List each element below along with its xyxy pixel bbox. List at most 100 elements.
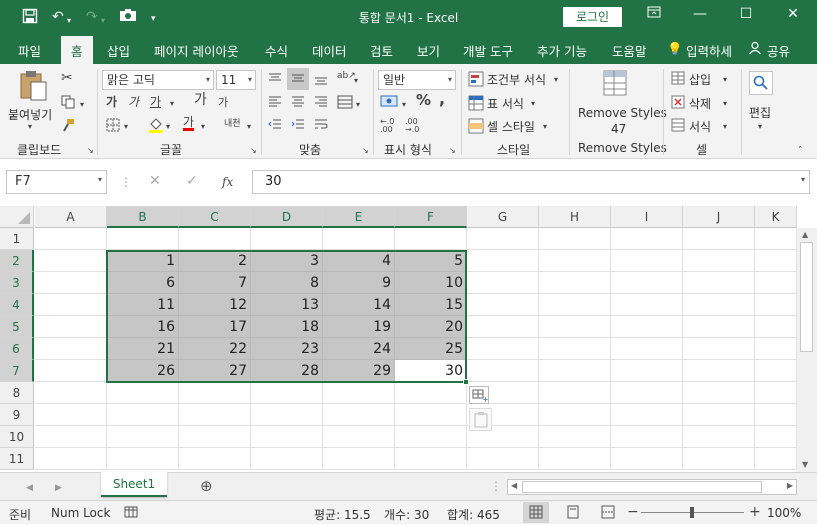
grow-font-button[interactable]: 가 [194,93,207,107]
align-middle-icon[interactable] [287,68,309,90]
align-left-icon[interactable] [268,95,282,112]
format-table-icon[interactable] [468,95,484,114]
scroll-up-icon[interactable]: ▲ [802,230,808,239]
cell-a1[interactable] [35,228,107,250]
cell-d5[interactable]: 18 [251,316,323,338]
cell-i3[interactable] [611,272,683,294]
cell-i8[interactable] [611,382,683,404]
cell-f2[interactable]: 5 [395,250,467,272]
cell-b1[interactable] [107,228,179,250]
cell-a4[interactable] [35,294,107,316]
cell-a10[interactable] [35,426,107,448]
cut-icon[interactable]: ✂ [61,71,73,85]
maximize-icon[interactable]: ☐ [731,6,761,22]
borders-icon[interactable] [106,118,120,135]
cell-e1[interactable] [323,228,395,250]
page-break-view-icon[interactable] [601,505,615,522]
row-header-2[interactable]: 2 [0,250,34,272]
cell-j6[interactable] [683,338,755,360]
tab-insert[interactable]: 삽입 [107,41,130,60]
cell-f7[interactable]: 30 [395,360,467,382]
cell-k5[interactable] [755,316,797,338]
cell-e7[interactable]: 29 [323,360,395,382]
phonetic-button[interactable]: 내천 [224,117,241,131]
cell-c1[interactable] [179,228,251,250]
fill-handle[interactable] [463,379,469,385]
cell-i4[interactable] [611,294,683,316]
underline-dropdown-icon[interactable]: ▾ [170,97,174,111]
column-header-k[interactable]: K [755,206,797,228]
cell-k10[interactable] [755,426,797,448]
cell-g2[interactable] [467,250,539,272]
cell-h10[interactable] [539,426,611,448]
cell-h11[interactable] [539,448,611,470]
orientation-icon[interactable]: ab↗ [337,69,356,83]
cell-i2[interactable] [611,250,683,272]
delete-cells-button[interactable]: 삭제 [689,95,711,112]
cell-f6[interactable]: 25 [395,338,467,360]
zoom-in-icon[interactable]: + [749,505,761,519]
cell-k9[interactable] [755,404,797,426]
conditional-formatting-icon[interactable] [468,71,484,90]
ribbon-display-icon[interactable] [639,6,669,22]
cell-f10[interactable] [395,426,467,448]
row-header-8[interactable]: 8 [0,382,34,404]
cell-h8[interactable] [539,382,611,404]
tab-page-layout[interactable]: 페이지 레이아웃 [154,41,238,60]
conditional-dropdown-icon[interactable]: ▾ [554,73,558,87]
align-center-icon[interactable] [291,95,305,112]
row-header-11[interactable]: 11 [0,448,34,470]
cell-h9[interactable] [539,404,611,426]
cell-g7[interactable] [467,360,539,382]
tab-developer[interactable]: 개발 도구 [463,41,513,60]
cell-b6[interactable]: 21 [107,338,179,360]
cell-g3[interactable] [467,272,539,294]
copy-dropdown-icon[interactable]: ▾ [80,98,84,112]
font-size-dropdown[interactable]: 11 ▾ [216,70,256,90]
column-header-i[interactable]: I [611,206,683,228]
insert-function-button[interactable]: fx [222,175,233,189]
orientation-dropdown-icon[interactable]: ▾ [354,74,358,88]
italic-button[interactable]: 가 [128,95,139,109]
scroll-left-icon[interactable]: ◀ [511,481,517,490]
scroll-down-icon[interactable]: ▼ [802,460,808,469]
copy-icon[interactable] [61,95,75,112]
zoom-level[interactable]: 100% [767,506,801,520]
cell-a8[interactable] [35,382,107,404]
formula-input[interactable]: 30 ▾ [252,170,810,194]
cell-c8[interactable] [179,382,251,404]
zoom-slider-thumb[interactable] [690,507,694,518]
macro-record-icon[interactable] [124,505,138,522]
format-cells-icon[interactable] [671,118,685,135]
cell-e8[interactable] [323,382,395,404]
cell-b11[interactable] [107,448,179,470]
editing-dropdown-icon[interactable]: ▾ [758,120,762,134]
accounting-dropdown-icon[interactable]: ▾ [402,98,406,112]
number-launcher-icon[interactable]: ↘ [449,144,456,158]
scroll-right-icon[interactable]: ▶ [787,481,793,490]
tab-home[interactable]: 홈 [61,36,93,64]
increase-indent-icon[interactable] [291,118,305,135]
cell-e11[interactable] [323,448,395,470]
bold-button[interactable]: 가 [106,95,117,109]
search-icon[interactable] [749,71,773,95]
align-bottom-icon[interactable] [314,72,328,89]
add-sheet-icon[interactable]: ⊕ [200,479,213,494]
tell-me-box[interactable]: 입력하세 [686,41,732,60]
zoom-out-icon[interactable]: − [627,505,639,519]
login-button[interactable]: 로그인 [563,7,622,27]
cell-a11[interactable] [35,448,107,470]
conditional-formatting-button[interactable]: 조건부 서식 [487,71,546,88]
person-icon[interactable] [748,41,762,58]
cell-f9[interactable] [395,404,467,426]
font-color-button[interactable]: 가 [183,115,194,129]
tab-formulas[interactable]: 수식 [265,41,288,60]
cell-f8[interactable] [395,382,467,404]
column-header-e[interactable]: E [323,206,395,228]
cell-k8[interactable] [755,382,797,404]
cell-a9[interactable] [35,404,107,426]
paste-options-icon[interactable] [469,408,492,431]
cell-j4[interactable] [683,294,755,316]
row-header-4[interactable]: 4 [0,294,34,316]
cell-j7[interactable] [683,360,755,382]
